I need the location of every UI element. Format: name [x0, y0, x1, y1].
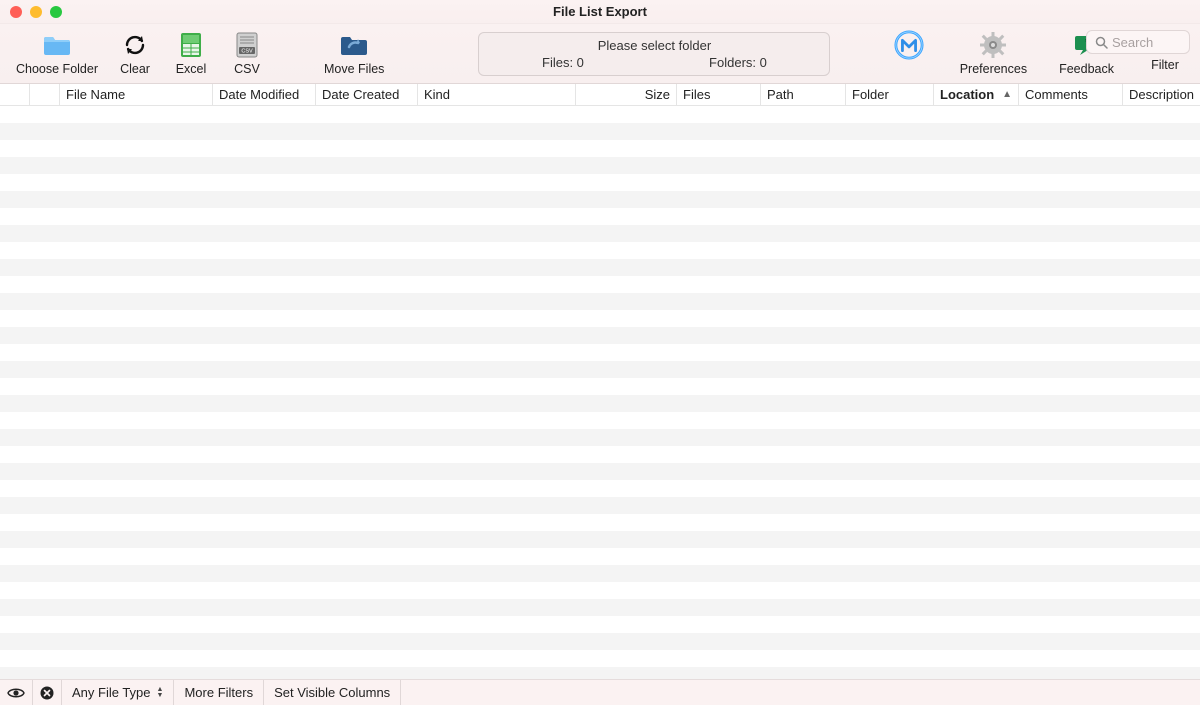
- filter-label: Filter: [1151, 58, 1179, 72]
- file-type-label: Any File Type: [72, 685, 151, 700]
- table-row[interactable]: [0, 582, 1200, 599]
- table-header: File Name Date Modified Date Created Kin…: [0, 84, 1200, 106]
- table-row[interactable]: [0, 412, 1200, 429]
- excel-label: Excel: [176, 62, 207, 76]
- file-type-select[interactable]: Any File Type ▲▼: [62, 680, 174, 705]
- table-row[interactable]: [0, 633, 1200, 650]
- col-kind[interactable]: Kind: [418, 84, 576, 105]
- table-row[interactable]: [0, 327, 1200, 344]
- col-description[interactable]: Description: [1123, 84, 1200, 105]
- move-files-label: Move Files: [324, 62, 384, 76]
- table-row[interactable]: [0, 548, 1200, 565]
- move-files-button[interactable]: Move Files: [320, 31, 388, 76]
- titlebar: File List Export: [0, 0, 1200, 24]
- excel-icon: [176, 31, 206, 59]
- table-row[interactable]: [0, 106, 1200, 123]
- table-row[interactable]: [0, 463, 1200, 480]
- col-checkbox[interactable]: [0, 84, 30, 105]
- table-row[interactable]: [0, 259, 1200, 276]
- table-row[interactable]: [0, 191, 1200, 208]
- folder-info-box[interactable]: Please select folder Files: 0 Folders: 0: [478, 32, 830, 76]
- folder-prompt: Please select folder: [598, 38, 711, 53]
- search-field[interactable]: [1086, 30, 1190, 54]
- preferences-label: Preferences: [960, 62, 1027, 76]
- clear-button[interactable]: Clear: [112, 31, 158, 76]
- table-row[interactable]: [0, 429, 1200, 446]
- set-visible-columns-button[interactable]: Set Visible Columns: [264, 680, 401, 705]
- col-files[interactable]: Files: [677, 84, 761, 105]
- visible-cols-label: Set Visible Columns: [274, 685, 390, 700]
- show-hidden-toggle[interactable]: [0, 680, 33, 705]
- table-row[interactable]: [0, 497, 1200, 514]
- choose-folder-label: Choose Folder: [16, 62, 98, 76]
- brand-m-icon: [894, 31, 924, 59]
- col-path[interactable]: Path: [761, 84, 846, 105]
- csv-button[interactable]: CSV CSV: [224, 31, 270, 76]
- excel-button[interactable]: Excel: [168, 31, 214, 76]
- eye-icon: [7, 687, 25, 699]
- feedback-label: Feedback: [1059, 62, 1114, 76]
- col-icon[interactable]: [30, 84, 60, 105]
- col-file-name[interactable]: File Name: [60, 84, 213, 105]
- gear-icon: [978, 31, 1008, 59]
- table-body[interactable]: [0, 106, 1200, 701]
- table-row[interactable]: [0, 310, 1200, 327]
- window-title: File List Export: [0, 4, 1200, 19]
- table-row[interactable]: [0, 293, 1200, 310]
- updown-icon: ▲▼: [157, 687, 164, 699]
- csv-label: CSV: [234, 62, 260, 76]
- col-size[interactable]: Size: [576, 84, 677, 105]
- table-row[interactable]: [0, 395, 1200, 412]
- choose-folder-button[interactable]: Choose Folder: [12, 31, 102, 76]
- more-filters-label: More Filters: [184, 685, 253, 700]
- clear-label: Clear: [120, 62, 150, 76]
- svg-text:CSV: CSV: [241, 49, 253, 55]
- table-row[interactable]: [0, 514, 1200, 531]
- search-icon: [1095, 36, 1108, 49]
- table-row[interactable]: [0, 599, 1200, 616]
- table-row[interactable]: [0, 123, 1200, 140]
- files-count: Files: 0: [542, 55, 584, 70]
- table-row[interactable]: [0, 174, 1200, 191]
- table-row[interactable]: [0, 565, 1200, 582]
- table-row[interactable]: [0, 378, 1200, 395]
- search-input[interactable]: [1112, 35, 1181, 50]
- table-row[interactable]: [0, 208, 1200, 225]
- brand-button[interactable]: [886, 31, 932, 76]
- table-row[interactable]: [0, 616, 1200, 633]
- table-row[interactable]: [0, 157, 1200, 174]
- table-row[interactable]: [0, 446, 1200, 463]
- more-filters-button[interactable]: More Filters: [174, 680, 264, 705]
- col-folder[interactable]: Folder: [846, 84, 934, 105]
- table-row[interactable]: [0, 361, 1200, 378]
- col-date-modified[interactable]: Date Modified: [213, 84, 316, 105]
- col-location[interactable]: Location ▲: [934, 84, 1019, 105]
- preferences-button[interactable]: Preferences: [956, 31, 1031, 76]
- move-files-icon: [339, 31, 369, 59]
- table-row[interactable]: [0, 650, 1200, 667]
- col-date-created[interactable]: Date Created: [316, 84, 418, 105]
- table-row[interactable]: [0, 531, 1200, 548]
- bottom-bar: Any File Type ▲▼ More Filters Set Visibl…: [0, 679, 1200, 705]
- table-row[interactable]: [0, 276, 1200, 293]
- table-row[interactable]: [0, 344, 1200, 361]
- table-row[interactable]: [0, 225, 1200, 242]
- folders-count: Folders: 0: [709, 55, 767, 70]
- table-row[interactable]: [0, 140, 1200, 157]
- clear-filter-button[interactable]: [33, 680, 62, 705]
- col-comments[interactable]: Comments: [1019, 84, 1123, 105]
- table-row[interactable]: [0, 480, 1200, 497]
- sort-asc-icon: ▲: [1002, 89, 1012, 100]
- toolbar: Choose Folder Clear Excel: [0, 24, 1200, 84]
- folder-icon: [42, 31, 72, 59]
- table-row[interactable]: [0, 242, 1200, 259]
- refresh-icon: [120, 31, 150, 59]
- csv-icon: CSV: [232, 31, 262, 59]
- close-circle-icon: [40, 686, 54, 700]
